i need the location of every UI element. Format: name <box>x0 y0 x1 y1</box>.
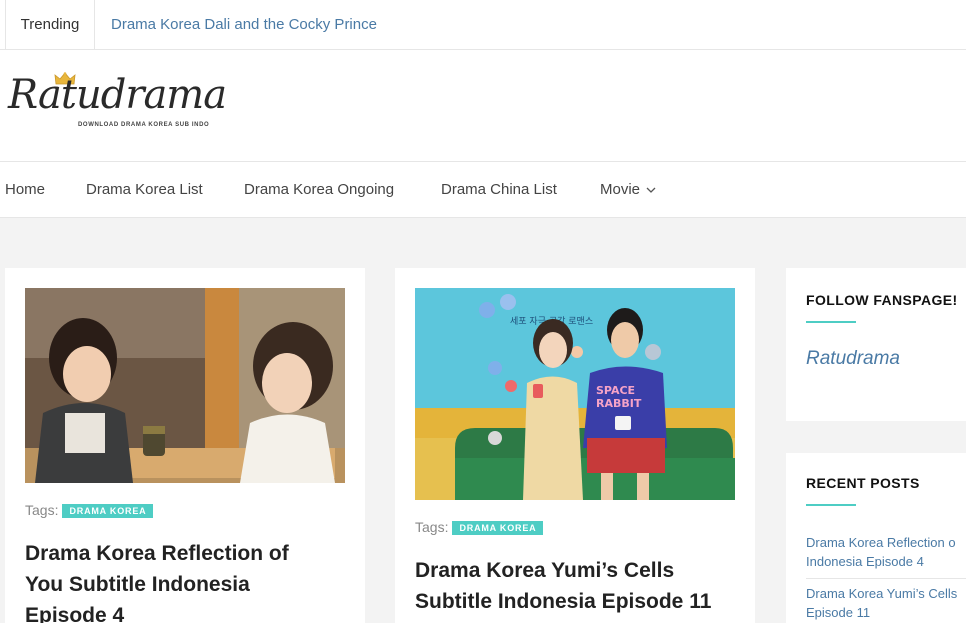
post-title-line: You Subtitle Indonesia <box>25 573 250 596</box>
content-area: Tags: DRAMA KOREA Drama Korea Reflection … <box>0 218 966 623</box>
widget-underline <box>806 321 856 323</box>
post-title[interactable]: Drama Korea Reflection of You Subtitle I… <box>25 538 345 623</box>
post-tags: Tags: DRAMA KOREA <box>415 519 544 535</box>
widget-underline <box>806 504 856 506</box>
widget-recent-posts: RECENT POSTS Drama Korea Reflection o In… <box>786 453 966 623</box>
post-title-line: Drama Korea Yumi’s Cells <box>415 559 675 582</box>
main-nav: Home Drama Korea List Drama Korea Ongoin… <box>0 161 966 218</box>
post-card: Tags: DRAMA KOREA Drama Korea Reflection … <box>5 268 365 623</box>
post-title-line: Drama Korea Reflection of <box>25 542 289 565</box>
logo-text: Ratudrama <box>8 72 227 118</box>
nav-item-drama-korea-ongoing[interactable]: Drama Korea Ongoing <box>244 162 394 217</box>
shirt-text: RABBIT <box>596 397 642 410</box>
nav-item-drama-china-list[interactable]: Drama China List <box>441 162 557 217</box>
fanpage-link[interactable]: Ratudrama <box>806 348 900 370</box>
recent-post-link[interactable]: Drama Korea Reflection o Indonesia Episo… <box>806 533 966 571</box>
post-card: 세포 자극 공감 로맨스 SPACE RABBIT Tags:DRAMA KOR… <box>395 268 755 623</box>
shirt-text: SPACE <box>596 384 635 397</box>
post-thumbnail[interactable]: 세포 자극 공감 로맨스 SPACE RABBIT <box>415 288 735 500</box>
recent-post-link[interactable]: Drama Korea Yumi’s Cells Episode 11 <box>806 584 966 622</box>
divider <box>806 578 966 579</box>
site-logo[interactable]: Ratudrama DOWNLOAD DRAMA KOREA SUB INDO <box>8 72 234 138</box>
nav-item-drama-korea-list[interactable]: Drama Korea List <box>86 162 203 217</box>
chevron-down-icon <box>646 187 656 193</box>
recent-post-line: Indonesia Episode 4 <box>806 554 924 569</box>
logo-tagline: DOWNLOAD DRAMA KOREA SUB INDO <box>78 122 210 128</box>
tag-badge[interactable]: DRAMA KOREA <box>452 521 544 535</box>
post-title-line: Subtitle Indonesia Episode 11 <box>415 590 712 613</box>
trending-label: Trending <box>5 0 95 49</box>
nav-item-movie-label: Movie <box>600 181 641 198</box>
post-title[interactable]: Drama Korea Yumi’s Cells Subtitle Indone… <box>415 555 735 617</box>
trending-link[interactable]: Drama Korea Dali and the Cocky Prince <box>111 0 377 49</box>
recent-post-line: Drama Korea Yumi’s Cells <box>806 586 958 601</box>
widget-title: FOLLOW FANSPAGE! <box>806 292 958 308</box>
post-thumbnail[interactable] <box>25 288 345 483</box>
recent-post-line: Episode 11 <box>806 605 871 620</box>
tag-badge[interactable]: DRAMA KOREA <box>62 504 154 518</box>
post-tags: Tags: DRAMA KOREA <box>25 502 154 518</box>
tags-label: Tags: <box>25 502 59 518</box>
header-logo-area: Ratudrama DOWNLOAD DRAMA KOREA SUB INDO <box>0 50 966 161</box>
nav-item-home[interactable]: Home <box>5 162 45 217</box>
recent-post-line: Drama Korea Reflection o <box>806 535 956 550</box>
widget-follow-fanspage: FOLLOW FANSPAGE! Ratudrama <box>786 268 966 421</box>
tags-label: Tags: <box>415 519 449 535</box>
post-title-line: Episode 4 <box>25 604 125 623</box>
trending-bar: Trending Drama Korea Dali and the Cocky … <box>0 0 966 50</box>
nav-item-movie[interactable]: Movie <box>600 162 656 217</box>
widget-title: RECENT POSTS <box>806 475 920 491</box>
